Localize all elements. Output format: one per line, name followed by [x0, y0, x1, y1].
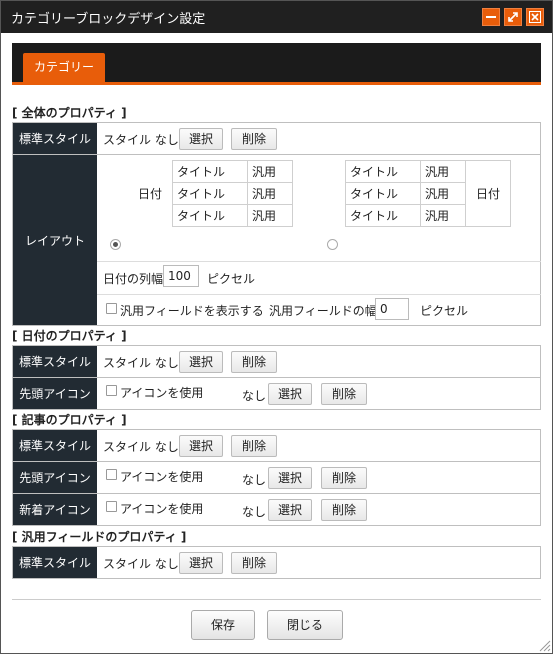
article-standard-style-row: 標準スタイル スタイル なし 選択 削除: [12, 429, 541, 462]
title-bar[interactable]: カテゴリーブロックデザイン設定: [1, 1, 552, 33]
icon-value: なし: [242, 389, 267, 403]
row-label: 標準スタイル: [13, 346, 97, 377]
style-value: スタイル なし: [103, 440, 179, 454]
minimize-icon[interactable]: [482, 8, 500, 26]
general-field-width-input[interactable]: 0: [375, 298, 409, 320]
title-cell: タイトル: [172, 182, 248, 205]
resize-grip-icon[interactable]: [537, 638, 551, 652]
general-cell: 汎用: [420, 182, 466, 205]
section-title-overall: [ 全体のプロパティ ]: [12, 106, 127, 120]
title-cell: タイトル: [345, 182, 421, 205]
date-col-width-input[interactable]: 100: [163, 265, 199, 287]
delete-button[interactable]: 削除: [321, 499, 367, 521]
row-label: 先頭アイコン: [13, 462, 97, 493]
select-button[interactable]: 選択: [268, 383, 312, 405]
use-icon-checkbox[interactable]: [106, 501, 117, 512]
style-value: スタイル なし: [103, 557, 179, 571]
close-icon[interactable]: [526, 8, 544, 26]
use-icon-checkbox[interactable]: [106, 469, 117, 480]
section-title-article: [ 記事のプロパティ ]: [12, 413, 127, 427]
select-button[interactable]: 選択: [179, 435, 223, 457]
use-icon-label: アイコンを使用: [120, 502, 204, 516]
general-cell: 汎用: [247, 204, 293, 227]
overall-standard-style-row: 標準スタイル スタイル なし 選択 削除: [12, 122, 541, 155]
section-title-date: [ 日付のプロパティ ]: [12, 329, 127, 343]
delete-button[interactable]: 削除: [231, 435, 277, 457]
row-label: 標準スタイル: [13, 123, 97, 154]
date-cell: 日付: [465, 160, 511, 227]
title-cell: タイトル: [345, 204, 421, 227]
select-button[interactable]: 選択: [179, 351, 223, 373]
general-cell: 汎用: [247, 182, 293, 205]
delete-button[interactable]: 削除: [321, 383, 367, 405]
row-label: 先頭アイコン: [13, 378, 97, 409]
section-title-general: [ 汎用フィールドのプロパティ ]: [12, 530, 187, 544]
save-button[interactable]: 保存: [191, 610, 255, 640]
show-general-field-checkbox[interactable]: [106, 303, 117, 314]
divider: [97, 261, 541, 262]
style-value: スタイル なし: [103, 356, 179, 370]
tab-category[interactable]: カテゴリー: [23, 53, 105, 82]
general-cell: 汎用: [420, 204, 466, 227]
select-button[interactable]: 選択: [179, 128, 223, 150]
title-cell: タイトル: [172, 204, 248, 227]
use-icon-checkbox[interactable]: [106, 385, 117, 396]
date-cell: 日付: [128, 160, 173, 227]
select-button[interactable]: 選択: [268, 467, 312, 489]
date-standard-style-row: 標準スタイル スタイル なし 選択 削除: [12, 345, 541, 378]
maximize-icon[interactable]: [504, 8, 522, 26]
divider: [97, 294, 541, 295]
pixel-unit: ピクセル: [420, 304, 469, 318]
use-icon-label: アイコンを使用: [120, 386, 204, 400]
layout-row: レイアウト 日付 タイトル 汎用 タイトル 汎用 タイトル 汎用 タイトル 汎用…: [12, 154, 541, 326]
delete-button[interactable]: 削除: [231, 128, 277, 150]
delete-button[interactable]: 削除: [231, 552, 277, 574]
delete-button[interactable]: 削除: [231, 351, 277, 373]
icon-value: なし: [242, 505, 267, 519]
use-icon-label: アイコンを使用: [120, 470, 204, 484]
general-cell: 汎用: [247, 160, 293, 183]
title-cell: タイトル: [172, 160, 248, 183]
title-cell: タイトル: [345, 160, 421, 183]
footer-divider: [12, 599, 541, 600]
general-field-width-label: 汎用フィールドの幅: [269, 304, 377, 318]
row-label: 標準スタイル: [13, 547, 97, 578]
layout-option-1-radio[interactable]: [110, 239, 121, 250]
article-new-icon-row: 新着アイコン アイコンを使用 なし 選択 削除: [12, 493, 541, 526]
pixel-unit: ピクセル: [207, 272, 256, 286]
date-col-width-label: 日付の列幅: [103, 272, 164, 286]
select-button[interactable]: 選択: [268, 499, 312, 521]
general-standard-style-row: 標準スタイル スタイル なし 選択 削除: [12, 546, 541, 579]
icon-value: なし: [242, 473, 267, 487]
window-title: カテゴリーブロックデザイン設定: [11, 12, 206, 27]
show-general-field-label: 汎用フィールドを表示する: [120, 304, 264, 318]
article-lead-icon-row: 先頭アイコン アイコンを使用 なし 選択 削除: [12, 461, 541, 494]
general-cell: 汎用: [420, 160, 466, 183]
select-button[interactable]: 選択: [179, 552, 223, 574]
dialog-window: カテゴリーブロックデザイン設定 カテゴリー [ 全体のプロパティ ] 標準スタイ…: [0, 0, 553, 654]
style-value: スタイル なし: [103, 133, 179, 147]
row-label: 標準スタイル: [13, 430, 97, 461]
layout-option-1-table: 日付 タイトル 汎用 タイトル 汎用 タイトル 汎用: [128, 160, 293, 227]
delete-button[interactable]: 削除: [321, 467, 367, 489]
layout-option-2-radio[interactable]: [327, 239, 338, 250]
close-button[interactable]: 閉じる: [267, 610, 343, 640]
date-lead-icon-row: 先頭アイコン アイコンを使用 なし 選択 削除: [12, 377, 541, 410]
layout-option-2-table: タイトル 汎用 日付 タイトル 汎用 タイトル 汎用: [345, 160, 511, 227]
row-label: 新着アイコン: [13, 494, 97, 525]
tab-bar: カテゴリー: [12, 43, 541, 85]
row-label: レイアウト: [13, 155, 97, 325]
